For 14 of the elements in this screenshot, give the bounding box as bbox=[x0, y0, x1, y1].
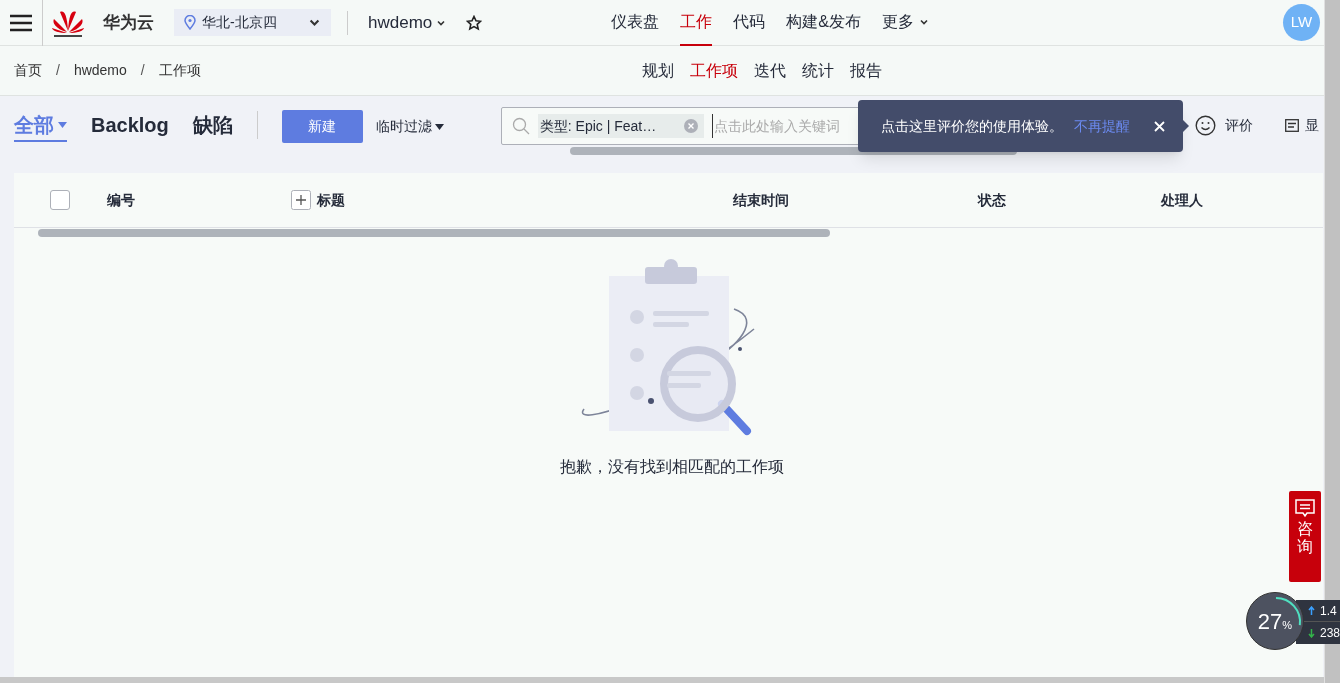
column-header: 结束时间 bbox=[733, 191, 789, 208]
column-header: 状态 bbox=[978, 191, 1006, 208]
download-speed: 238 bbox=[1319, 625, 1340, 642]
brand-name: 华为云 bbox=[103, 11, 154, 34]
breadcrumb-separator: / bbox=[56, 61, 60, 80]
column-header: 编号 bbox=[107, 191, 135, 208]
usage-percent: 27 bbox=[1257, 607, 1283, 636]
column-header: 处理人 bbox=[1161, 191, 1203, 208]
upload-speed: 1.4 bbox=[1320, 602, 1337, 620]
filter-tag: 类型: Epic | Feat… bbox=[537, 114, 704, 138]
empty-message: 抱歉，没有找到相匹配的工作项 bbox=[559, 457, 784, 477]
percent-sign: % bbox=[1282, 618, 1293, 633]
column-header: 标题 bbox=[317, 190, 345, 210]
breadcrumb-separator: / bbox=[140, 61, 145, 80]
